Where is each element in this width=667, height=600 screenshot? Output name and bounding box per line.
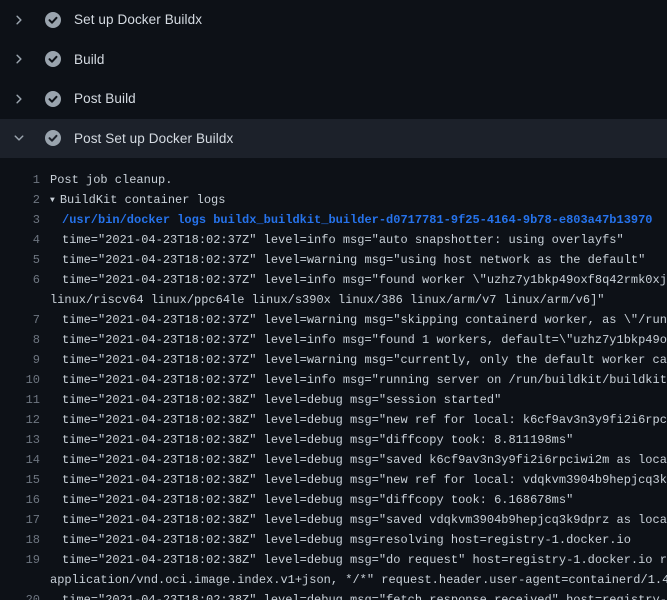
- group-expanded-triangle-icon: ▼: [50, 196, 55, 205]
- line-number[interactable]: 8: [0, 333, 40, 347]
- log-text: time="2021-04-23T18:02:38Z" level=debug …: [40, 593, 667, 600]
- log-line: 3/usr/bin/docker logs buildx_buildkit_bu…: [0, 210, 667, 230]
- log-line: 18time="2021-04-23T18:02:38Z" level=debu…: [0, 530, 667, 550]
- log-text: time="2021-04-23T18:02:38Z" level=debug …: [40, 513, 667, 527]
- step-row-build[interactable]: Build: [0, 40, 667, 80]
- check-circle-icon: [45, 51, 61, 67]
- log-text: time="2021-04-23T18:02:38Z" level=debug …: [40, 493, 573, 507]
- chevron-right-icon: [13, 51, 29, 67]
- log-text: time="2021-04-23T18:02:38Z" level=debug …: [40, 433, 573, 447]
- line-number[interactable]: 17: [0, 513, 40, 527]
- step-label: Set up Docker Buildx: [74, 12, 202, 27]
- group-title: BuildKit container logs: [60, 193, 226, 207]
- log-line: 19time="2021-04-23T18:02:38Z" level=debu…: [0, 550, 667, 570]
- log-line-continuation: linux/riscv64 linux/ppc64le linux/s390x …: [0, 290, 667, 310]
- log-text: linux/riscv64 linux/ppc64le linux/s390x …: [40, 293, 605, 307]
- line-number[interactable]: 19: [0, 553, 40, 567]
- command-text: /usr/bin/docker logs buildx_buildkit_bui…: [40, 213, 653, 227]
- line-number[interactable]: 13: [0, 433, 40, 447]
- log-line: 17time="2021-04-23T18:02:38Z" level=debu…: [0, 510, 667, 530]
- log-text: time="2021-04-23T18:02:38Z" level=debug …: [40, 533, 631, 547]
- log-line: 9time="2021-04-23T18:02:37Z" level=warni…: [0, 350, 667, 370]
- log-text: time="2021-04-23T18:02:37Z" level=info m…: [40, 333, 667, 347]
- log-line: 8time="2021-04-23T18:02:37Z" level=info …: [0, 330, 667, 350]
- chevron-down-icon: [13, 130, 29, 146]
- step-list: Set up Docker Buildx Build Post Build Post …: [0, 0, 667, 158]
- step-label: Post Set up Docker Buildx: [74, 131, 233, 146]
- log-text: application/vnd.oci.image.index.v1+json,…: [40, 573, 667, 587]
- step-label: Build: [74, 52, 105, 67]
- step-label: Post Build: [74, 91, 136, 106]
- log-text: time="2021-04-23T18:02:37Z" level=warnin…: [40, 313, 667, 327]
- line-number[interactable]: 6: [0, 273, 40, 287]
- log-line: 5time="2021-04-23T18:02:37Z" level=warni…: [0, 250, 667, 270]
- log-line: 13time="2021-04-23T18:02:38Z" level=debu…: [0, 430, 667, 450]
- log-text: time="2021-04-23T18:02:38Z" level=debug …: [40, 553, 667, 567]
- step-row-set-up-docker-buildx[interactable]: Set up Docker Buildx: [0, 0, 667, 40]
- line-number[interactable]: 7: [0, 313, 40, 327]
- chevron-right-icon: [13, 91, 29, 107]
- log-line: 12time="2021-04-23T18:02:38Z" level=debu…: [0, 410, 667, 430]
- log-line: 6time="2021-04-23T18:02:37Z" level=info …: [0, 270, 667, 290]
- log-text: time="2021-04-23T18:02:37Z" level=info m…: [40, 233, 624, 247]
- line-number[interactable]: 12: [0, 413, 40, 427]
- line-number[interactable]: 16: [0, 493, 40, 507]
- log-line: 7time="2021-04-23T18:02:37Z" level=warni…: [0, 310, 667, 330]
- line-number[interactable]: 15: [0, 473, 40, 487]
- log-line-continuation: application/vnd.oci.image.index.v1+json,…: [0, 570, 667, 590]
- log-line: 16time="2021-04-23T18:02:38Z" level=debu…: [0, 490, 667, 510]
- line-number[interactable]: 5: [0, 253, 40, 267]
- log-text: time="2021-04-23T18:02:38Z" level=debug …: [40, 393, 501, 407]
- log-line: 10time="2021-04-23T18:02:37Z" level=info…: [0, 370, 667, 390]
- log-text: time="2021-04-23T18:02:37Z" level=info m…: [40, 373, 667, 387]
- step-row-post-set-up-docker-buildx[interactable]: Post Set up Docker Buildx: [0, 119, 667, 159]
- log-line: 11time="2021-04-23T18:02:38Z" level=debu…: [0, 390, 667, 410]
- log-line: 1Post job cleanup.: [0, 170, 667, 190]
- log-text: time="2021-04-23T18:02:38Z" level=debug …: [40, 453, 667, 467]
- step-row-post-build[interactable]: Post Build: [0, 79, 667, 119]
- line-number[interactable]: 20: [0, 593, 40, 600]
- line-number[interactable]: 11: [0, 393, 40, 407]
- log-line: 2 ▼ BuildKit container logs: [0, 190, 667, 210]
- check-circle-icon: [45, 12, 61, 28]
- check-circle-icon: [45, 91, 61, 107]
- line-number[interactable]: 2: [0, 193, 40, 207]
- log-rows: 1Post job cleanup.2▼BuildKit container l…: [0, 170, 667, 600]
- line-number[interactable]: 1: [0, 173, 40, 187]
- chevron-right-icon: [13, 12, 29, 28]
- log-text: time="2021-04-23T18:02:37Z" level=info m…: [40, 273, 667, 287]
- line-number[interactable]: 10: [0, 373, 40, 387]
- check-circle-icon: [45, 130, 61, 146]
- log-line: 15time="2021-04-23T18:02:38Z" level=debu…: [0, 470, 667, 490]
- log-line: 14time="2021-04-23T18:02:38Z" level=debu…: [0, 450, 667, 470]
- line-number[interactable]: 4: [0, 233, 40, 247]
- log-text: time="2021-04-23T18:02:38Z" level=debug …: [40, 413, 667, 427]
- log-text: time="2021-04-23T18:02:37Z" level=warnin…: [40, 353, 667, 367]
- line-number[interactable]: 3: [0, 213, 40, 227]
- log-text: time="2021-04-23T18:02:38Z" level=debug …: [40, 473, 667, 487]
- log-pane: 1Post job cleanup.2▼BuildKit container l…: [0, 158, 667, 600]
- line-number[interactable]: 14: [0, 453, 40, 467]
- log-group-toggle[interactable]: ▼ BuildKit container logs: [40, 193, 225, 207]
- actions-log-viewer: Set up Docker Buildx Build Post Build Post …: [0, 0, 667, 600]
- line-number[interactable]: 18: [0, 533, 40, 547]
- log-text: time="2021-04-23T18:02:37Z" level=warnin…: [40, 253, 645, 267]
- line-number[interactable]: 9: [0, 353, 40, 367]
- log-line: 4time="2021-04-23T18:02:37Z" level=info …: [0, 230, 667, 250]
- log-line: 20time="2021-04-23T18:02:38Z" level=debu…: [0, 590, 667, 600]
- log-text: Post job cleanup.: [40, 173, 172, 187]
